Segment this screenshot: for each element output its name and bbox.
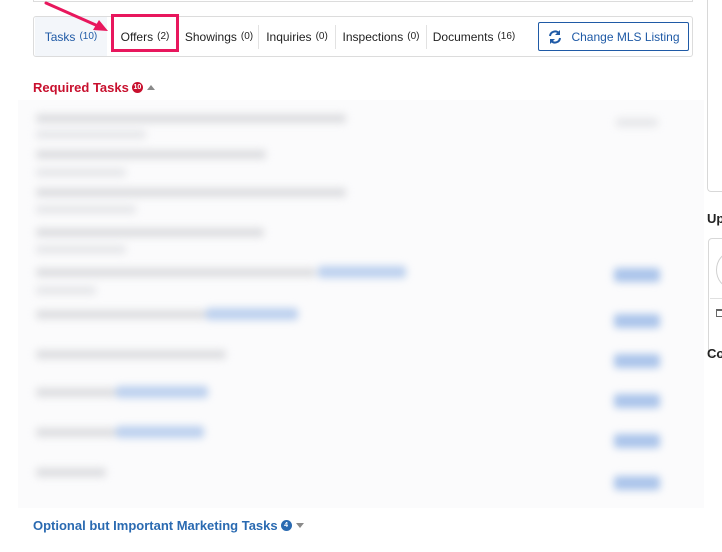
blurred-button: [614, 354, 660, 368]
blurred-line: [36, 468, 106, 477]
optional-marketing-tasks-heading[interactable]: Optional but Important Marketing Tasks 4: [33, 518, 304, 533]
required-tasks-count-badge: 10: [131, 82, 143, 93]
blurred-button: [614, 268, 660, 282]
tab-inquiries-count: (0): [315, 31, 328, 42]
tab-showings-label: Showings: [184, 29, 237, 44]
caret-down-icon[interactable]: [295, 523, 304, 528]
blurred-line: [36, 310, 206, 319]
optional-tasks-title: Optional but Important Marketing Tasks: [33, 518, 278, 533]
blurred-link: [206, 308, 298, 320]
blurred-line: [36, 130, 146, 139]
blurred-line: [36, 150, 266, 159]
blurred-task-content: [18, 100, 704, 508]
optional-tasks-count-badge: 4: [280, 520, 292, 531]
tab-inquiries-label: Inquiries: [266, 29, 312, 44]
blurred-line: [616, 118, 658, 127]
blurred-line: [36, 168, 126, 177]
blurred-line: [36, 114, 346, 123]
side-panel-box: [707, 0, 722, 192]
tab-inspections-count: (0): [407, 31, 420, 42]
blurred-task-list: [18, 100, 704, 508]
tab-documents-label: Documents: [432, 29, 494, 44]
tab-documents-count: (16): [497, 31, 516, 42]
required-tasks-title: Required Tasks: [33, 80, 129, 95]
blurred-link: [318, 266, 406, 278]
annotation-arrow-icon: [44, 1, 108, 31]
caret-up-icon[interactable]: [146, 85, 155, 90]
blurred-line: [36, 245, 126, 254]
blurred-link: [116, 386, 208, 398]
side-divider: [710, 298, 722, 299]
blurred-line: [36, 205, 136, 214]
tab-inspections-label: Inspections: [342, 29, 404, 44]
side-heading-upcoming: Up: [707, 211, 722, 226]
side-heading-second: Co: [707, 346, 722, 361]
listing-tab-bar: Tasks (10) Offers (2) Showings (0) Inqui…: [33, 14, 693, 57]
offers-highlight-box: [111, 14, 179, 52]
top-panel-edge: [33, 0, 693, 2]
side-card: [708, 238, 722, 356]
blurred-line: [36, 350, 226, 359]
blurred-button: [614, 476, 660, 490]
refresh-icon: [549, 29, 562, 44]
tab-inquiries[interactable]: Inquiries (0): [259, 17, 335, 56]
blurred-button: [614, 394, 660, 408]
tab-showings[interactable]: Showings (0): [180, 17, 258, 56]
blurred-line: [36, 268, 316, 277]
tab-documents[interactable]: Documents (16): [427, 17, 521, 56]
blurred-line: [36, 228, 264, 237]
blurred-link: [116, 426, 204, 438]
blurred-line: [36, 388, 116, 397]
tab-inspections[interactable]: Inspections (0): [336, 17, 426, 56]
blurred-line: [36, 286, 96, 295]
blurred-line: [36, 188, 346, 197]
required-tasks-heading[interactable]: Required Tasks 10: [33, 80, 155, 95]
calendar-icon: [716, 309, 722, 317]
blurred-button: [614, 314, 660, 328]
change-mls-listing-button[interactable]: Change MLS Listing: [538, 22, 689, 51]
change-mls-listing-label: Change MLS Listing: [571, 29, 680, 44]
blurred-button: [614, 434, 660, 448]
blurred-line: [36, 428, 116, 437]
tab-showings-count: (0): [240, 31, 254, 42]
